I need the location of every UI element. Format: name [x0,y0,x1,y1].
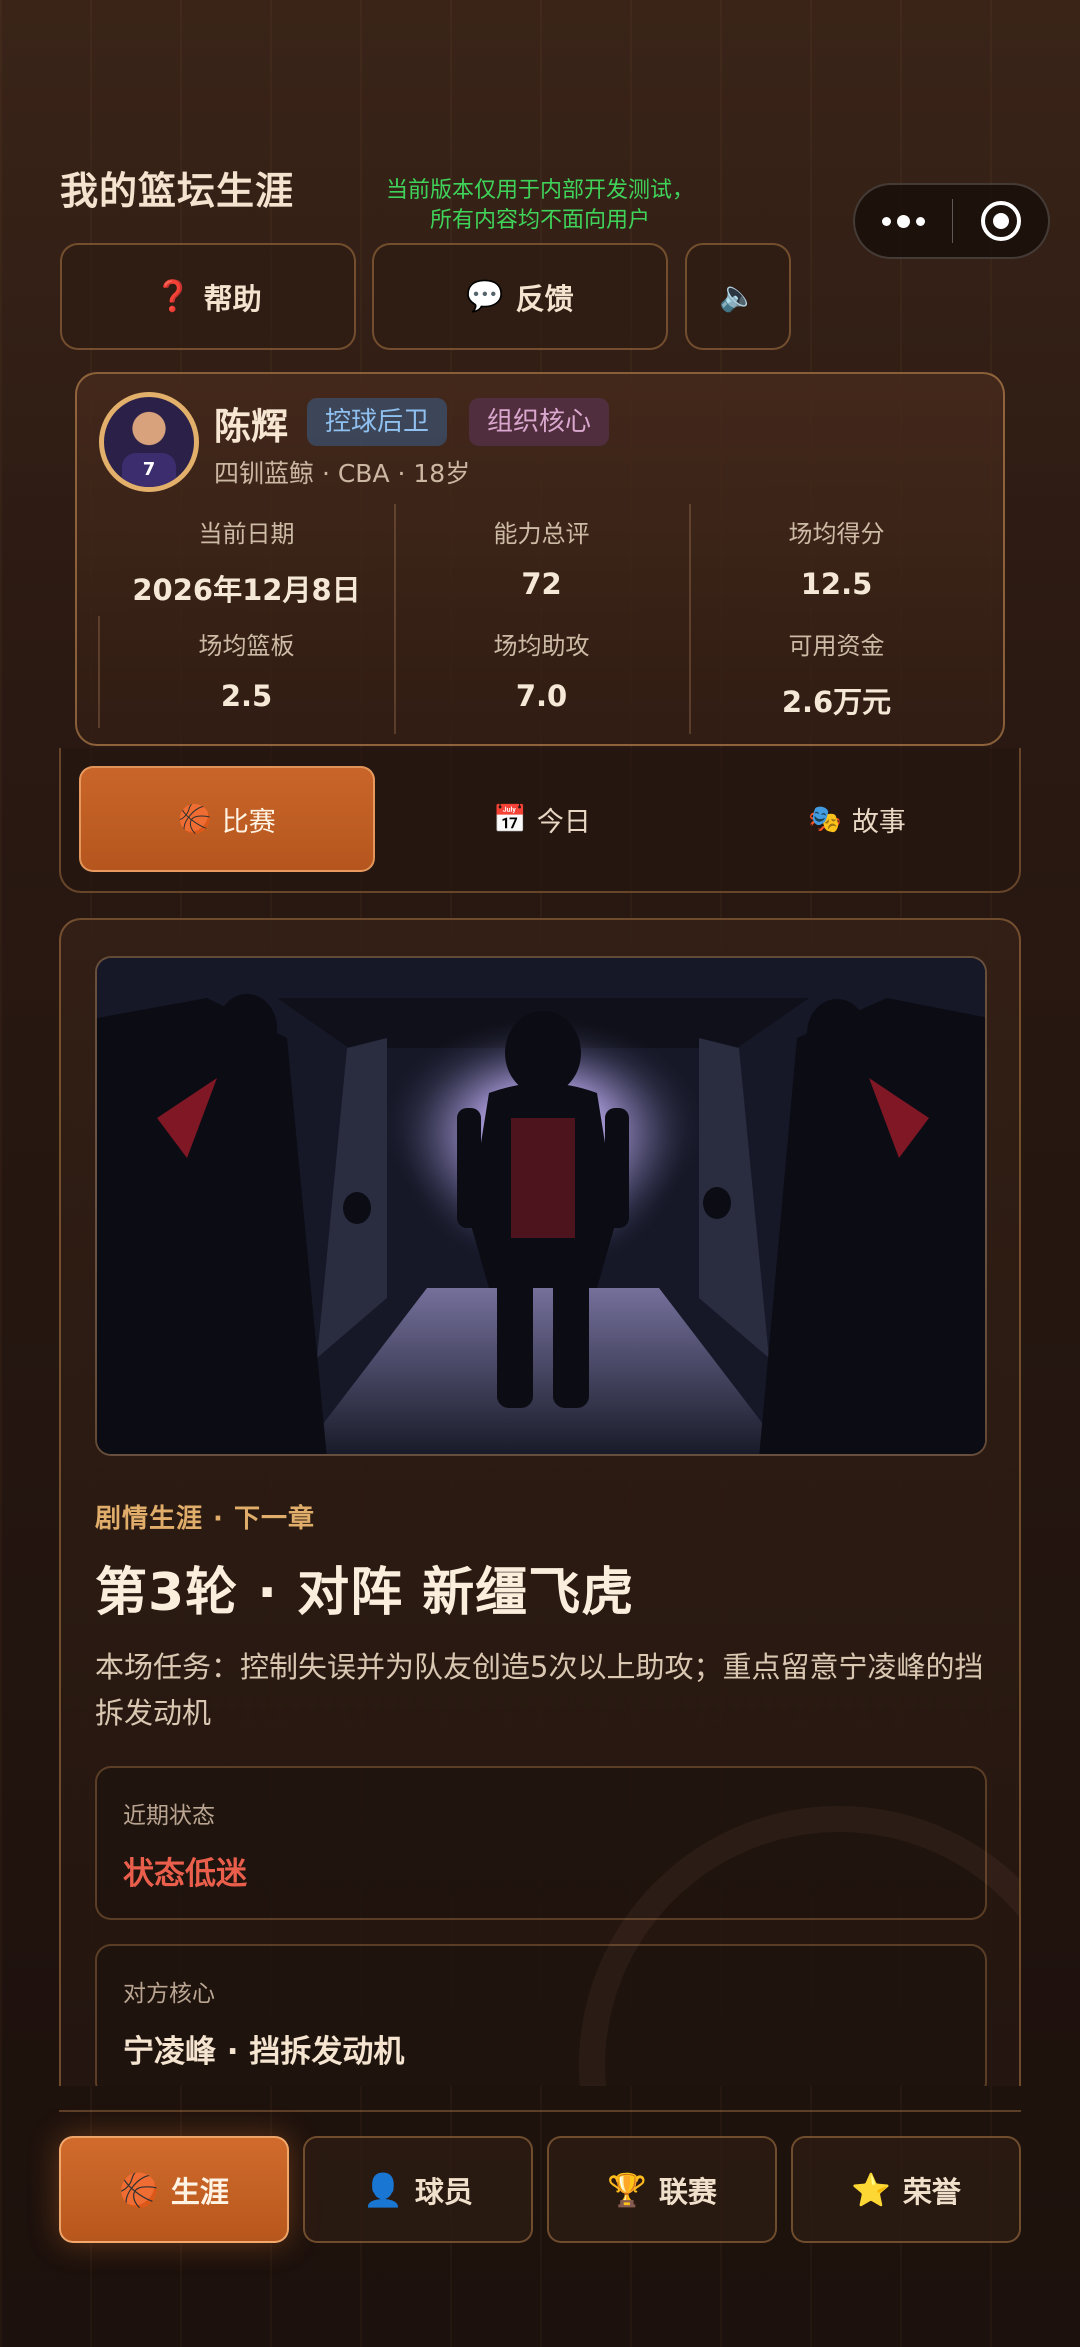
dev-notice: 当前版本仅用于内部开发测试， 所有内容均不面向用户 [370,176,710,236]
stat-assists-per-game: 场均助攻 7.0 [394,616,689,729]
stat-value: 12.5 [800,567,873,601]
more-dots-icon [881,216,891,226]
help-button[interactable]: ❓ 帮助 [60,243,356,350]
recent-form-label: 近期状态 [123,1803,215,1829]
close-program-button[interactable] [953,185,1048,257]
target-icon [980,201,1021,241]
nav-label: 生涯 [170,2174,229,2209]
page-title: 我的篮坛生涯 [60,169,295,213]
tab-label: 比赛 [221,806,276,838]
role-tag: 组织核心 [469,398,610,446]
opponent-core-value: 宁凌峰 · 挡拆发动机 [123,2034,405,2070]
stat-value: 7.0 [515,679,568,713]
opponent-core-label: 对方核心 [123,1981,215,2007]
stat-available-funds: 可用资金 2.6万元 [689,616,984,729]
help-label: 帮助 [203,281,262,316]
recent-form-value: 状态低迷 [123,1856,247,1892]
nav-player[interactable]: 👤 球员 [303,2136,533,2243]
nav-honors[interactable]: ⭐ 荣誉 [791,2136,1021,2243]
basketball-icon: 🏀 [119,2170,159,2209]
section-tabs: 🏀 比赛 📅 今日 🎭 故事 [59,748,1021,893]
calendar-icon: 📅 [493,804,527,835]
stats-grid: 当前日期 2026年12月8日 能力总评 72 场均得分 12.5 场均篮板 2… [98,504,985,734]
stat-rebounds-per-game: 场均篮板 2.5 [99,616,394,729]
nav-label: 荣誉 [902,2174,961,2209]
speech-bubble-icon: 💬 [466,279,504,314]
player-profile-card: 7 陈辉 控球后卫 组织核心 四钏蓝鲸 · CBA · 18岁 当前日期 202… [75,372,1005,746]
nav-career[interactable]: 🏀 生涯 [59,2136,289,2243]
stat-value: 2.5 [220,679,273,713]
player-name: 陈辉 [214,405,288,448]
speaker-icon: 🔈 [719,279,757,314]
match-card: 剧情生涯 · 下一章 第3轮 · 对阵 新缰飞虎 本场任务：控制失误并为队友创造… [59,918,1021,2086]
stat-label: 场均得分 [788,520,885,548]
nav-label: 球员 [414,2174,473,2209]
question-icon: ❓ [154,279,192,314]
tab-match[interactable]: 🏀 比赛 [79,766,375,872]
avatar-jersey-number: 7 [122,453,176,487]
bottom-nav-divider [59,2110,1021,2112]
stat-value: 72 [521,567,562,601]
nav-label: 联赛 [658,2174,717,2209]
feedback-label: 反馈 [515,281,574,316]
trophy-icon: 🏆 [607,2170,647,2209]
stat-current-date: 当前日期 2026年12月8日 [99,504,394,617]
avatar[interactable]: 7 [99,392,199,492]
match-scene-image [95,956,987,1456]
player-team-info: 四钏蓝鲸 · CBA · 18岁 [214,459,471,488]
person-icon: 👤 [363,2170,403,2209]
match-title: 第3轮 · 对阵 新缰飞虎 [95,1563,635,1623]
tab-story[interactable]: 🎭 故事 [709,766,1005,872]
dev-notice-line-2: 所有内容均不面向用户 [429,208,650,233]
stat-label: 场均篮板 [198,632,295,660]
mini-program-capsule [853,183,1050,259]
tab-label: 故事 [851,806,906,838]
stat-value: 2.6万元 [781,685,892,719]
more-menu-button[interactable] [855,185,952,257]
tab-label: 今日 [536,806,591,838]
star-icon: ⭐ [851,2170,891,2209]
tunnel-illustration [97,958,985,1454]
stat-points-per-game: 场均得分 12.5 [689,504,984,617]
basketball-icon: 🏀 [178,804,212,835]
sound-toggle-button[interactable]: 🔈 [685,243,791,350]
match-mission: 本场任务：控制失误并为队友创造5次以上助攻；重点留意宁凌峰的挡拆发动机 [95,1650,984,1730]
feedback-button[interactable]: 💬 反馈 [372,243,668,350]
position-tag: 控球后卫 [307,398,448,446]
stat-label: 可用资金 [788,632,885,660]
stat-label: 当前日期 [198,520,295,548]
dev-notice-line-1: 当前版本仅用于内部开发测试， [385,178,694,203]
stat-label: 能力总评 [493,520,590,548]
tab-today[interactable]: 📅 今日 [394,766,690,872]
stat-overall-rating: 能力总评 72 [394,504,689,617]
nav-league[interactable]: 🏆 联赛 [547,2136,777,2243]
stat-label: 场均助攻 [493,632,590,660]
theater-masks-icon: 🎭 [808,804,842,835]
chapter-kicker: 剧情生涯 · 下一章 [95,1504,315,1534]
stat-value: 2026年12月8日 [132,573,361,607]
